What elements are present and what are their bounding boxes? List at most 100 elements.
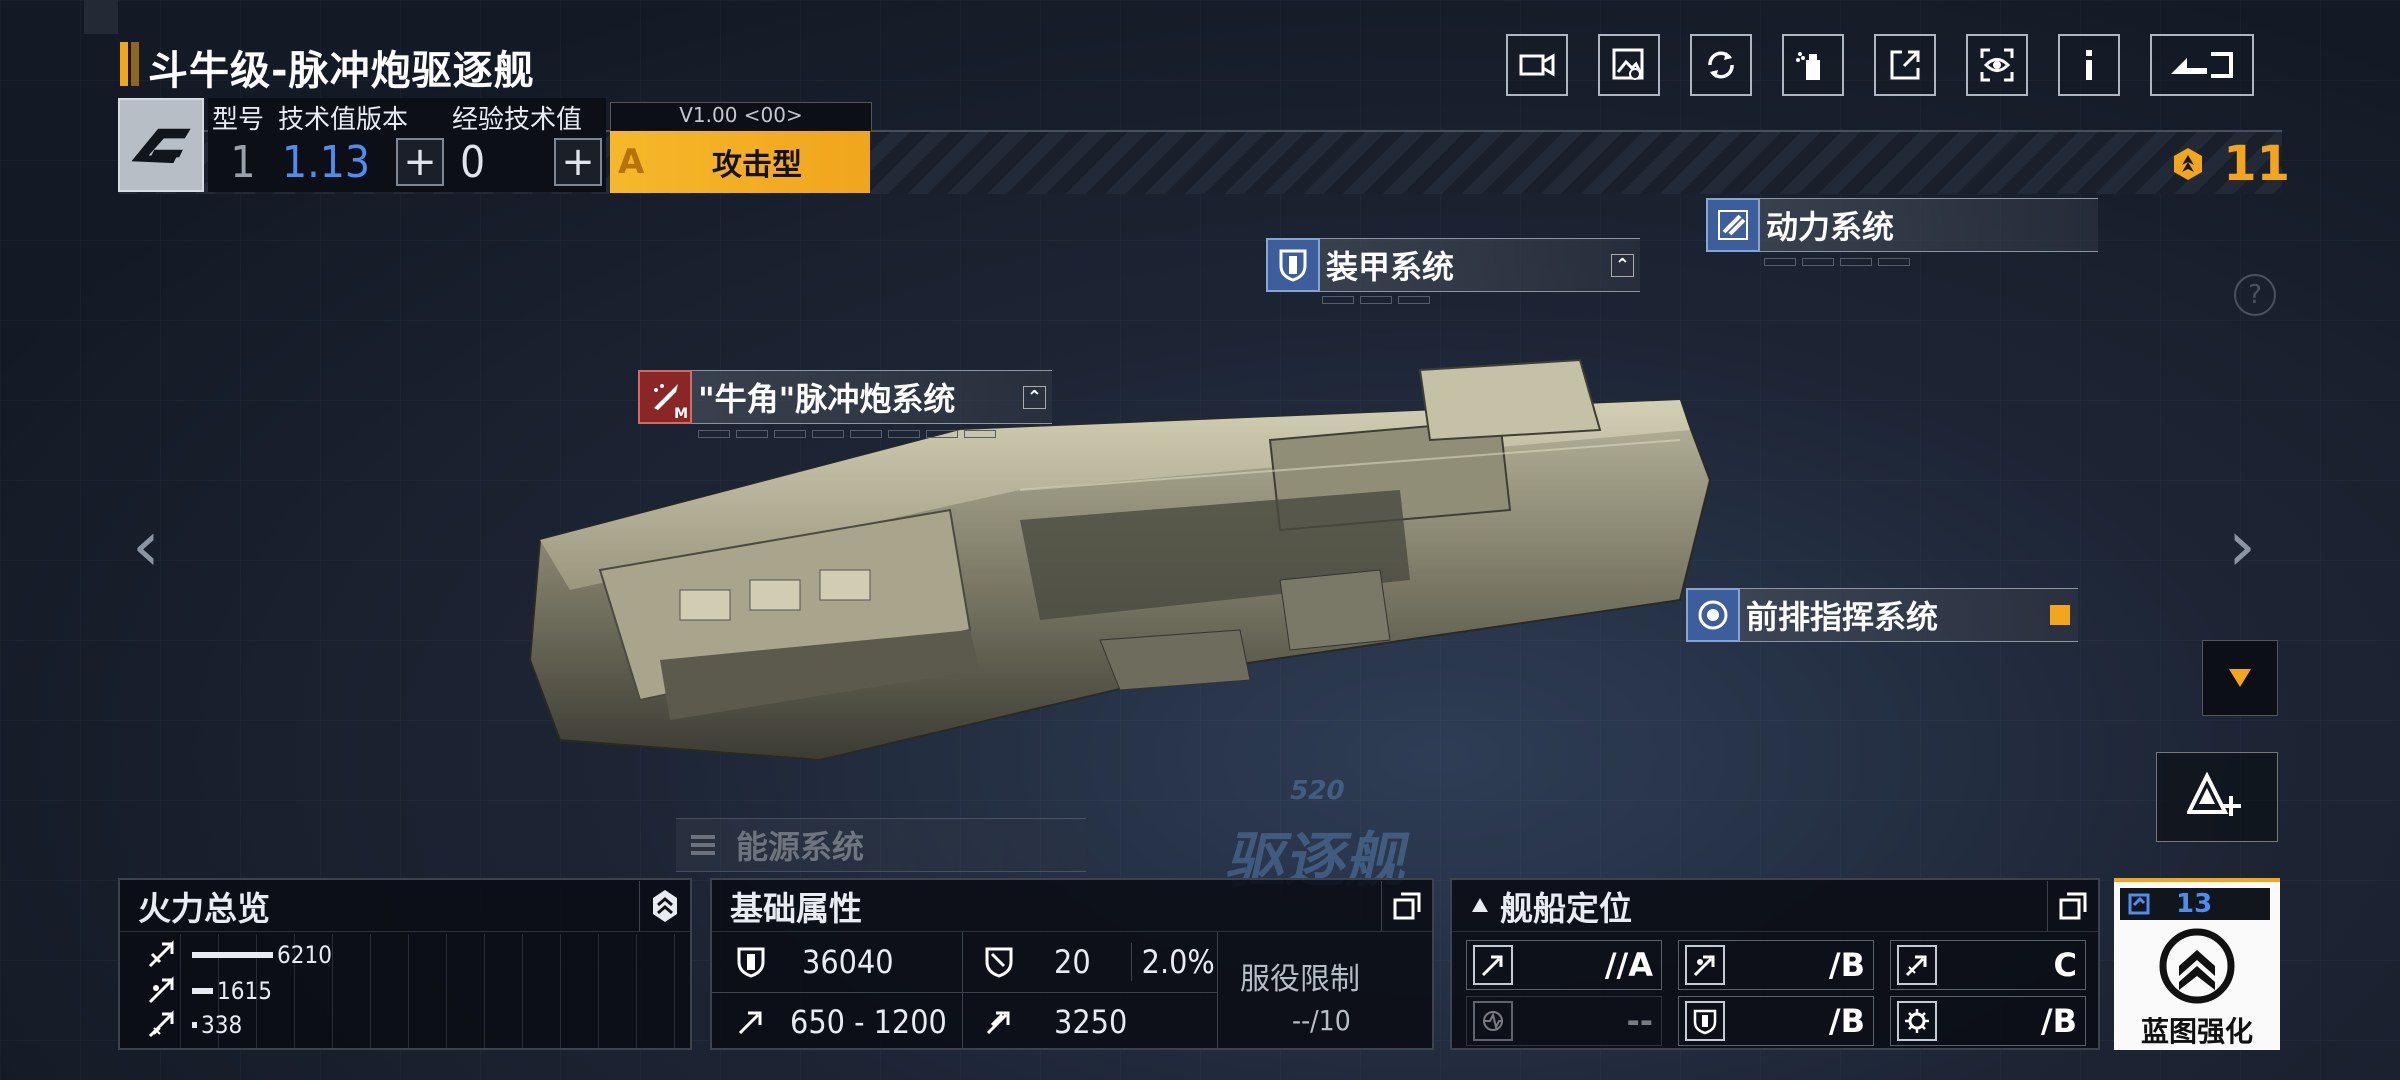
blueprint-label: 蓝图强化 — [2140, 1015, 2253, 1048]
exp-tech-plus-button[interactable]: + — [554, 138, 602, 186]
info-button[interactable] — [2058, 34, 2120, 96]
top-toolbar — [1506, 34, 2254, 96]
evasion-value: 20 — [1054, 943, 1091, 981]
firepower-header: 火力总览 — [120, 880, 690, 932]
model-value: 1 — [230, 136, 256, 188]
fleet-add-button[interactable] — [2156, 752, 2278, 842]
energy-list-icon — [676, 818, 730, 872]
model-label: 型号 — [212, 105, 265, 135]
firepower-panel: 火力总览 6210 1615 338 — [118, 878, 692, 1050]
tech-version-plus-button[interactable]: + — [396, 138, 444, 186]
cannon-m-mark: M — [674, 406, 688, 422]
speed-cell: 650 - 1200 — [736, 1002, 947, 1042]
fp-torpedo-icon — [148, 940, 174, 968]
armor-system-text: 装甲系统 — [1326, 248, 1455, 286]
evasion-icon — [985, 947, 1013, 978]
role-grade-1: //A — [1604, 946, 1653, 984]
help-icon[interactable]: ? — [2234, 274, 2276, 316]
prev-ship-arrow[interactable]: ‹ — [132, 505, 160, 587]
evasion-percent: 2.0% — [1130, 943, 1215, 981]
faction-logo — [118, 98, 204, 192]
basic-header: 基础属性 — [712, 880, 1432, 932]
service-limit-label: 服役限制 — [1240, 962, 1360, 997]
armor-system-label[interactable]: 装甲系统 ⌃ — [1266, 238, 1640, 292]
tech-version-box: 1.13 + — [276, 134, 448, 190]
faction-emblem-icon — [131, 128, 191, 164]
role-engineering-icon — [1897, 1001, 1937, 1041]
command-radar-icon — [1686, 588, 1740, 642]
rotate-button[interactable] — [1690, 34, 1752, 96]
ship-role-panel: 舰船定位 //A /B C -- /B /B — [1450, 878, 2100, 1050]
copy-window-icon — [1393, 892, 1421, 919]
basic-detail-button[interactable] — [1381, 880, 1432, 931]
role-attack-icon — [1473, 945, 1513, 985]
blueprint-count: 13 — [2176, 889, 2213, 919]
ship-title: 斗牛级-脉冲炮驱逐舰 — [148, 48, 535, 94]
basic-attributes-panel: 基础属性 36040 20 2.0% 650 - 1200 3250 服役限制 … — [710, 878, 1434, 1050]
role-cell-6[interactable]: /B — [1890, 996, 2086, 1046]
fp-bar-1 — [192, 952, 273, 958]
role-grade-2: /B — [1828, 946, 1865, 984]
fp-row-1: 6210 — [146, 938, 332, 972]
paint-button[interactable] — [1782, 34, 1844, 96]
evasion-cell: 20 2.0% — [984, 942, 1215, 982]
command-upgrade-icon — [2050, 605, 2070, 625]
service-limit-value: --/10 — [1292, 1004, 1351, 1037]
role-cell-1[interactable]: //A — [1466, 940, 1662, 990]
next-ship-arrow[interactable]: › — [2228, 505, 2256, 587]
hp-cell: 36040 — [736, 942, 894, 982]
blueprint-enhance-button[interactable]: 13 蓝图强化 — [2114, 878, 2280, 1050]
rank-value: 11 — [2223, 136, 2290, 192]
role-detail-button[interactable] — [2047, 880, 2098, 931]
fleet-add-icon — [2187, 772, 2241, 816]
armor-pips — [1322, 296, 1430, 304]
role-cell-5[interactable]: /B — [1678, 996, 1874, 1046]
view-button[interactable] — [1966, 34, 2028, 96]
firepower-toggle[interactable] — [639, 880, 690, 931]
power-engine-icon — [1706, 198, 1760, 252]
cannon-system-label[interactable]: M "牛角"脉冲炮系统 ⌃ — [638, 370, 1052, 424]
energy-system-text: 能源系统 — [736, 828, 865, 866]
info-icon — [2086, 50, 2092, 80]
cannon-system-text: "牛角"脉冲炮系统 — [698, 380, 956, 418]
role-cell-2[interactable]: /B — [1678, 940, 1874, 990]
tech-version-label: 技术值版本 — [278, 105, 409, 135]
return-button[interactable] — [2150, 34, 2254, 96]
energy-system-label[interactable]: 能源系统 — [676, 818, 1086, 872]
expand-down-button[interactable] — [2202, 640, 2278, 716]
power-system-text: 动力系统 — [1766, 208, 1895, 246]
cannon-missile-icon: M — [638, 370, 692, 424]
type-grade: A — [618, 142, 645, 182]
armor-upgrade-icon: ⌃ — [1610, 253, 1634, 277]
share-button[interactable] — [1874, 34, 1936, 96]
role-defense-icon — [1685, 1001, 1725, 1041]
exp-tech-label: 经验技术值 — [452, 105, 583, 135]
triangle-down-icon — [2229, 669, 2251, 687]
role-grade-3: C — [2053, 946, 2077, 984]
role-support-icon — [1473, 1001, 1513, 1041]
camera-button[interactable] — [1506, 34, 1568, 96]
model-value-box: 1 — [212, 134, 274, 190]
role-grade-4: -- — [1626, 1002, 1653, 1040]
camera-icon — [1519, 53, 1555, 77]
title-accent — [120, 42, 128, 86]
rank-badge-icon — [2174, 148, 2203, 180]
warp-cell: 3250 — [984, 1002, 1127, 1042]
warp-value: 3250 — [1054, 1003, 1128, 1041]
gallery-button[interactable] — [1598, 34, 1660, 96]
warp-icon — [986, 1011, 1010, 1035]
tech-version-value: 1.13 — [282, 136, 371, 188]
type-label: 攻击型 — [712, 148, 802, 183]
hp-shield-icon — [737, 947, 765, 978]
power-system-label[interactable]: 动力系统 — [1706, 198, 2098, 252]
blueprint-icon — [2128, 893, 2150, 915]
command-system-label[interactable]: 前排指挥系统 — [1686, 588, 2078, 642]
role-cell-4[interactable]: -- — [1466, 996, 1662, 1046]
blueprint-count-bar: 13 — [2120, 888, 2270, 920]
corner-tab — [84, 0, 118, 34]
fp-value-3: 338 — [201, 1011, 243, 1039]
role-cell-3[interactable]: C — [1890, 940, 2086, 990]
refresh-icon — [1708, 51, 1734, 79]
speed-icon — [738, 1011, 762, 1035]
command-system-text: 前排指挥系统 — [1746, 598, 1939, 636]
